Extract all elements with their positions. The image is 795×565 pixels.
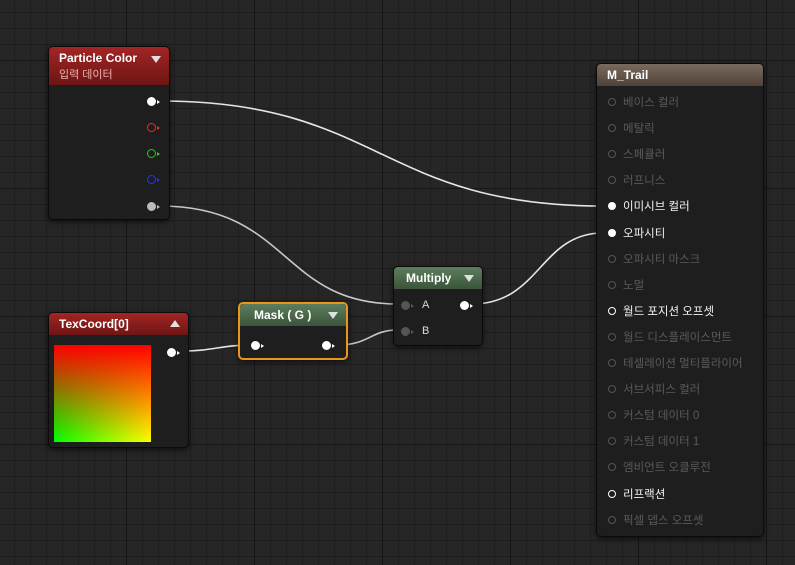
multiply-input-b-pin[interactable] <box>401 327 414 337</box>
material-output-row[interactable]: 엠비언트 오클루전 <box>608 461 711 475</box>
material-output-row[interactable]: 오파시티 마스크 <box>608 253 701 266</box>
material-output-row[interactable]: 베이스 컬러 <box>608 96 680 109</box>
particle-color-header[interactable]: Particle Color 입력 데이터 <box>49 47 169 85</box>
alpha-output-pin[interactable] <box>147 202 160 212</box>
particle-color-node[interactable]: Particle Color 입력 데이터 <box>48 46 170 220</box>
multiply-input-b-label: B <box>422 325 430 337</box>
uv-gradient-preview <box>54 345 151 442</box>
multiply-input-a-label: A <box>422 299 430 311</box>
material-output-row[interactable]: 이미시브 컬러 <box>608 200 690 214</box>
particle-color-title: Particle Color <box>59 51 138 65</box>
material-output-label: 픽셀 뎁스 오프셋 <box>623 514 704 527</box>
material-output-label: 커스텀 데이터 0 <box>623 410 700 423</box>
collapse-arrow-icon[interactable] <box>328 312 338 319</box>
material-output-label: 메탈릭 <box>623 123 655 136</box>
texcoord-node[interactable]: TexCoord[0] <box>48 312 189 448</box>
expand-arrow-icon[interactable] <box>170 320 180 327</box>
m-trail-header[interactable]: M_Trail <box>597 64 763 86</box>
texcoord-output-pin[interactable] <box>167 348 180 358</box>
material-output-row[interactable]: 서브서피스 컬러 <box>608 383 701 397</box>
multiply-title: Multiply <box>406 271 452 285</box>
input-pin-icon[interactable] <box>608 306 616 315</box>
material-output-row[interactable]: 메탈릭 <box>608 122 655 136</box>
m-trail-title: M_Trail <box>607 68 649 82</box>
multiply-output-pin[interactable] <box>460 301 473 311</box>
mask-node[interactable]: Mask ( G ) <box>238 302 348 360</box>
input-pin-icon[interactable] <box>608 489 616 498</box>
material-output-label: 오파시티 <box>623 227 666 240</box>
mask-output-pin[interactable] <box>322 341 335 351</box>
green-output-pin[interactable] <box>147 149 160 159</box>
input-pin-icon[interactable] <box>608 202 616 211</box>
material-output-label: 오파시티 마스크 <box>623 253 701 266</box>
wire-multiply-to-opacity[interactable] <box>471 232 604 305</box>
input-pin-icon[interactable] <box>608 359 616 367</box>
multiply-header[interactable]: Multiply <box>394 267 482 289</box>
particle-color-subtitle: 입력 데이터 <box>59 69 113 81</box>
input-pin-icon[interactable] <box>608 332 616 341</box>
material-output-label: 스페큘러 <box>623 149 666 162</box>
red-output-pin[interactable] <box>147 123 160 133</box>
input-pin-icon[interactable] <box>608 150 616 159</box>
material-output-row[interactable]: 노멀 <box>608 279 645 292</box>
material-output-row[interactable]: 월드 디스플레이스먼트 <box>608 331 732 344</box>
mask-input-pin[interactable] <box>251 341 264 351</box>
material-output-label: 테셀레이션 멀티플라이어 <box>623 358 743 370</box>
material-output-label: 월드 포지션 오프셋 <box>623 305 715 318</box>
input-pin-icon[interactable] <box>608 98 616 106</box>
rgb-output-pin[interactable] <box>147 97 160 107</box>
input-pin-icon[interactable] <box>608 463 616 472</box>
blue-output-pin[interactable] <box>147 175 160 185</box>
wire-particle-alpha-to-multiply-a[interactable] <box>159 205 399 305</box>
mask-title: Mask ( G ) <box>254 308 312 322</box>
material-output-label: 러프니스 <box>623 175 666 188</box>
input-pin-icon[interactable] <box>608 411 616 420</box>
input-pin-icon[interactable] <box>608 515 616 524</box>
material-output-row[interactable]: 커스텀 데이터 0 <box>608 409 700 423</box>
material-output-label: 베이스 컬러 <box>623 97 680 109</box>
material-output-row[interactable]: 리프랙션 <box>608 488 666 501</box>
input-pin-icon[interactable] <box>608 228 616 237</box>
material-output-label: 서브서피스 컬러 <box>623 384 701 397</box>
material-output-row[interactable]: 오파시티 <box>608 227 666 240</box>
material-output-label: 노멀 <box>623 279 645 292</box>
material-output-row[interactable]: 러프니스 <box>608 174 666 188</box>
material-output-row[interactable]: 픽셀 뎁스 오프셋 <box>608 514 704 527</box>
texcoord-header[interactable]: TexCoord[0] <box>49 313 188 335</box>
material-output-label: 커스텀 데이터 1 <box>623 436 700 449</box>
material-output-label: 이미시브 컬러 <box>623 201 690 214</box>
input-pin-icon[interactable] <box>608 254 616 263</box>
input-pin-icon[interactable] <box>608 385 616 394</box>
material-output-row[interactable]: 스페큘러 <box>608 148 666 162</box>
collapse-arrow-icon[interactable] <box>464 275 474 282</box>
multiply-node[interactable]: Multiply A B <box>393 266 483 346</box>
input-pin-icon[interactable] <box>608 437 616 446</box>
input-pin-icon[interactable] <box>608 176 616 185</box>
collapse-arrow-icon[interactable] <box>151 56 161 63</box>
material-output-label: 리프랙션 <box>623 488 666 501</box>
material-output-row[interactable]: 커스텀 데이터 1 <box>608 435 700 449</box>
material-output-row[interactable]: 테셀레이션 멀티플라이어 <box>608 357 743 370</box>
input-pin-icon[interactable] <box>608 124 616 133</box>
mask-header[interactable]: Mask ( G ) <box>240 304 346 326</box>
material-output-row[interactable]: 월드 포지션 오프셋 <box>608 305 715 318</box>
material-output-label: 월드 디스플레이스먼트 <box>623 331 732 344</box>
m-trail-material-node[interactable]: M_Trail 베이스 컬러메탈릭스페큘러러프니스이미시브 컬러오파시티오파시티… <box>596 63 764 537</box>
multiply-input-a-pin[interactable] <box>401 301 414 311</box>
material-output-label: 엠비언트 오클루전 <box>623 462 711 475</box>
input-pin-icon[interactable] <box>608 280 616 289</box>
texcoord-title: TexCoord[0] <box>59 317 129 331</box>
wire-particle-rgb-to-emissive[interactable] <box>159 100 604 207</box>
